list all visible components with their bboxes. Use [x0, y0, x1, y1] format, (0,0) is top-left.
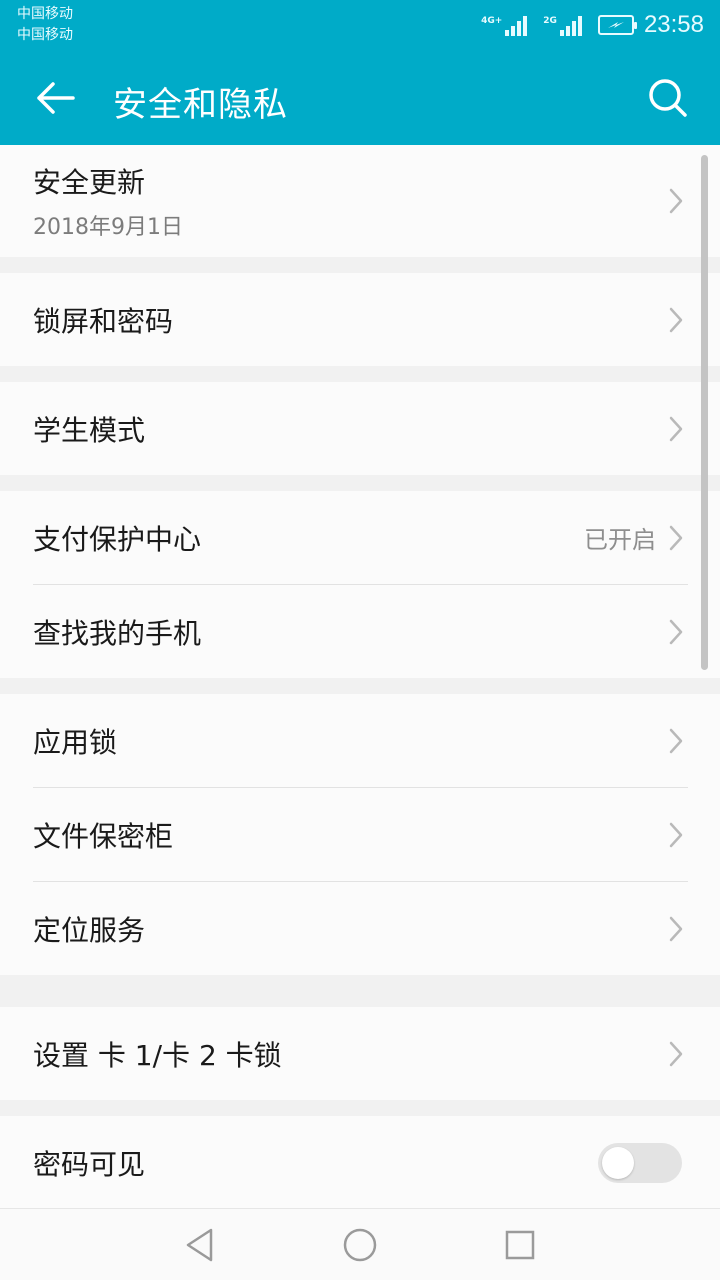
file-safe-item[interactable]: 文件保密柜 — [0, 788, 720, 881]
file-safe-label: 文件保密柜 — [33, 819, 174, 853]
nav-recents-button[interactable] — [500, 1225, 540, 1265]
security-update-date: 2018年9月1日 — [33, 215, 183, 240]
nav-home-button[interactable] — [340, 1225, 380, 1265]
chevron-right-icon — [668, 187, 684, 215]
carrier-1: 中国移动 — [17, 6, 73, 22]
back-button[interactable] — [26, 74, 84, 122]
password-visible-toggle[interactable] — [598, 1142, 682, 1183]
group-password-visible: 密码可见 — [0, 1116, 720, 1208]
divider — [0, 366, 720, 382]
group-payment-find: 支付保护中心 已开启 查找我的手机 — [0, 491, 720, 678]
app-bar: 安全和隐私 — [0, 50, 720, 145]
network-2g-label: 2G — [543, 16, 557, 26]
app-lock-item[interactable]: 应用锁 — [0, 694, 720, 787]
scrollbar[interactable] — [701, 155, 708, 670]
clock: 23:58 — [643, 11, 704, 38]
arrow-left-icon — [37, 82, 75, 114]
status-icons: 4G+ 2G 23:58 — [481, 8, 704, 42]
page-title: 安全和隐私 — [113, 85, 288, 125]
find-phone-item[interactable]: 查找我的手机 — [0, 585, 720, 678]
search-icon — [649, 79, 687, 117]
student-mode-label: 学生模式 — [33, 413, 146, 447]
sim-lock-label: 设置 卡 1/卡 2 卡锁 — [33, 1038, 282, 1072]
search-button[interactable] — [642, 72, 694, 124]
group-sim-lock: 设置 卡 1/卡 2 卡锁 — [0, 1007, 720, 1100]
signal-icon — [505, 14, 529, 36]
signal-4g: 4G+ — [481, 14, 529, 36]
signal-2g: 2G — [543, 14, 584, 36]
nav-back-button[interactable] — [180, 1225, 220, 1265]
security-update-item[interactable]: 安全更新 2018年9月1日 — [0, 145, 720, 257]
group-student-mode: 学生模式 — [0, 382, 720, 475]
location-item[interactable]: 定位服务 — [0, 882, 720, 975]
payment-protection-item[interactable]: 支付保护中心 已开启 — [0, 491, 720, 584]
group-security-update: 安全更新 2018年9月1日 — [0, 145, 720, 257]
chevron-right-icon — [668, 727, 684, 755]
divider — [0, 475, 720, 491]
divider — [0, 257, 720, 273]
chevron-right-icon — [668, 821, 684, 849]
group-app-lock: 应用锁 文件保密柜 定位服务 — [0, 694, 720, 975]
toggle-knob — [602, 1146, 634, 1179]
settings-list[interactable]: 安全更新 2018年9月1日 锁屏和密码 学生模式 支付保护中心 已开启 查找我… — [0, 145, 720, 1208]
home-circle-icon — [343, 1228, 377, 1262]
sim-lock-item[interactable]: 设置 卡 1/卡 2 卡锁 — [0, 1007, 720, 1100]
password-visible-item[interactable]: 密码可见 — [0, 1116, 720, 1208]
group-lock-screen: 锁屏和密码 — [0, 273, 720, 366]
recents-square-icon — [505, 1230, 535, 1260]
battery-charging-icon — [597, 15, 637, 35]
status-bar: 中国移动 中国移动 4G+ 2G 23:58 — [0, 0, 720, 50]
student-mode-item[interactable]: 学生模式 — [0, 382, 720, 475]
chevron-right-icon — [668, 524, 684, 552]
network-4g-label: 4G+ — [481, 16, 503, 26]
divider — [0, 1100, 720, 1116]
carrier-2: 中国移动 — [17, 27, 73, 43]
chevron-right-icon — [668, 306, 684, 334]
carrier-info: 中国移动 中国移动 — [17, 4, 73, 46]
password-visible-label: 密码可见 — [33, 1147, 146, 1181]
divider — [0, 975, 720, 1007]
chevron-right-icon — [668, 1040, 684, 1068]
security-update-label: 安全更新 — [33, 166, 146, 199]
lock-screen-item[interactable]: 锁屏和密码 — [0, 273, 720, 366]
location-label: 定位服务 — [33, 913, 146, 947]
payment-protection-label: 支付保护中心 — [33, 522, 202, 556]
navigation-bar — [0, 1208, 720, 1280]
payment-protection-status: 已开启 — [584, 526, 656, 554]
chevron-right-icon — [668, 915, 684, 943]
chevron-right-icon — [668, 415, 684, 443]
lock-screen-label: 锁屏和密码 — [33, 304, 174, 338]
chevron-right-icon — [668, 618, 684, 646]
find-phone-label: 查找我的手机 — [33, 616, 202, 650]
app-lock-label: 应用锁 — [33, 725, 118, 759]
back-triangle-icon — [186, 1228, 213, 1262]
signal-icon — [559, 14, 584, 36]
divider — [0, 678, 720, 694]
